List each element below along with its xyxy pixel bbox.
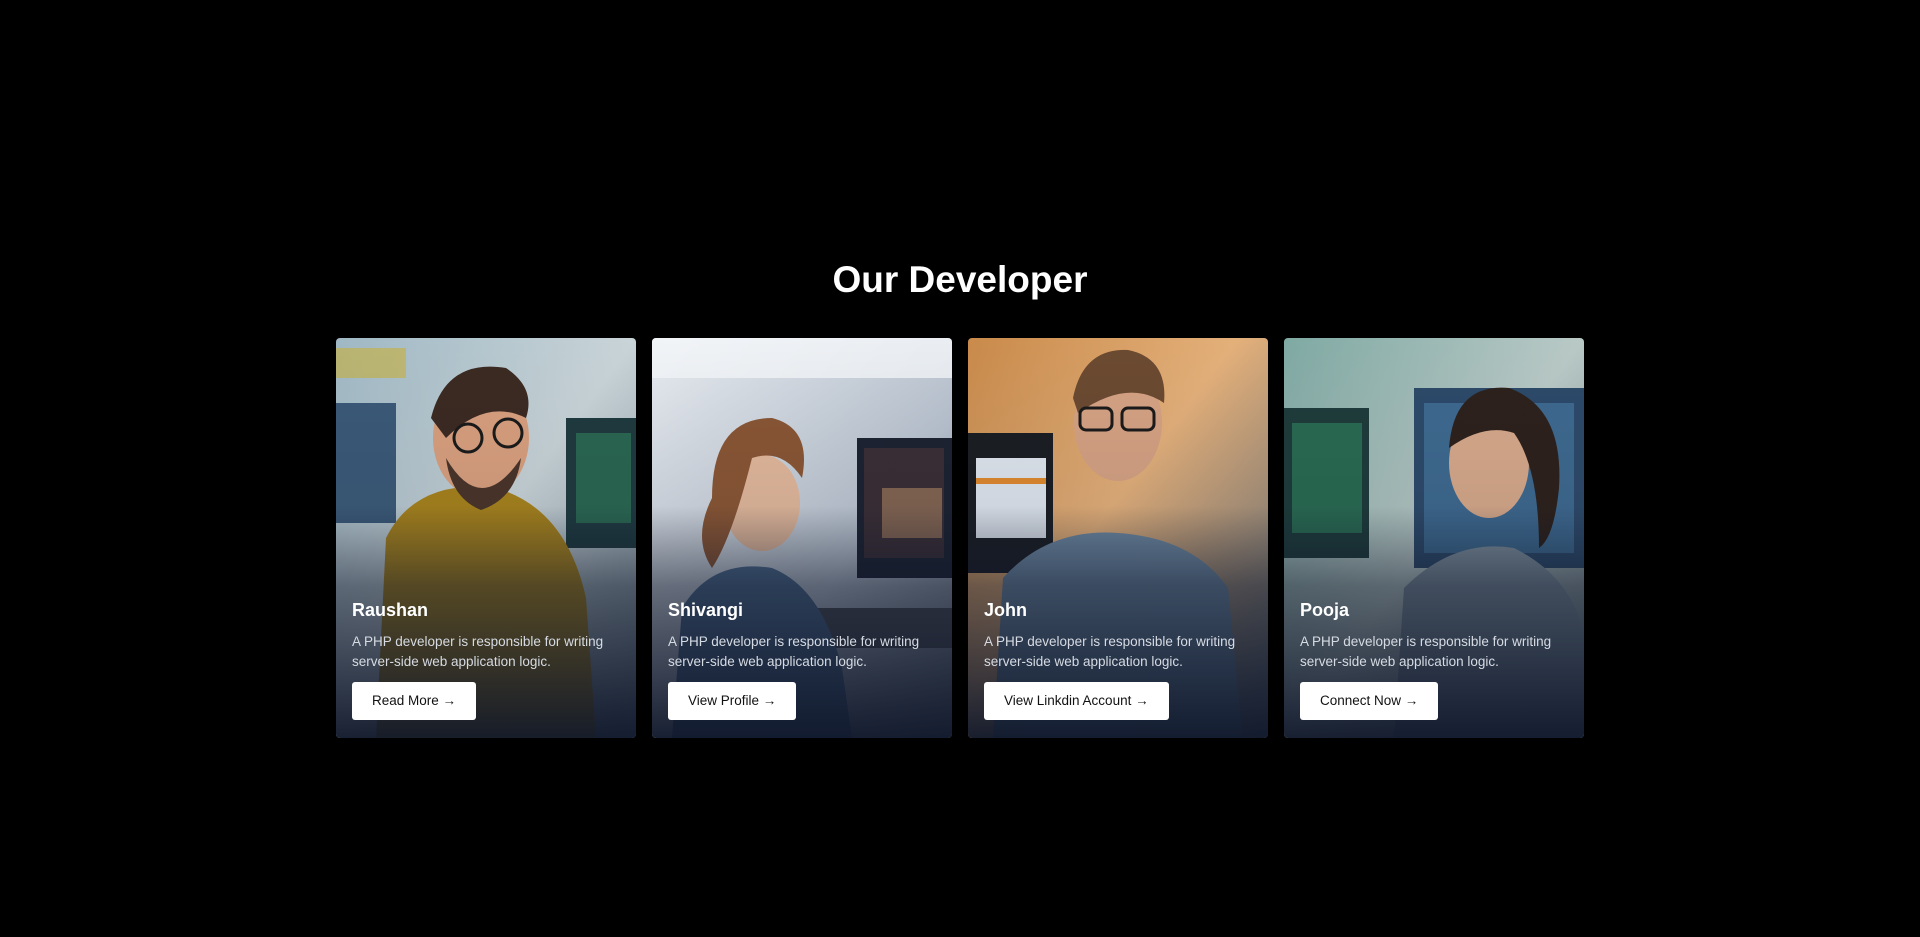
section-title: Our Developer — [832, 259, 1088, 300]
developer-section: Our Developer Raushan A PHP developer is… — [0, 0, 1920, 937]
developer-description: A PHP developer is responsible for writi… — [1300, 634, 1552, 669]
developer-card-shivangi: Shivangi A PHP developer is responsible … — [652, 338, 952, 738]
card-info: Pooja A PHP developer is responsible for… — [1300, 598, 1568, 720]
developer-cards: Raushan A PHP developer is responsible f… — [336, 338, 1584, 738]
connect-now-button[interactable]: Connect Now → — [1300, 682, 1439, 720]
card-info: Shivangi A PHP developer is responsible … — [668, 598, 936, 720]
developer-name: Shivangi — [668, 600, 744, 620]
developer-description: A PHP developer is responsible for writi… — [668, 634, 920, 669]
read-more-button[interactable]: Read More → — [352, 682, 477, 720]
developer-description: A PHP developer is responsible for writi… — [352, 634, 604, 669]
card-info: Raushan A PHP developer is responsible f… — [352, 598, 620, 720]
developer-card-raushan: Raushan A PHP developer is responsible f… — [336, 338, 636, 738]
developer-card-pooja: Pooja A PHP developer is responsible for… — [1284, 338, 1584, 738]
developer-description: A PHP developer is responsible for writi… — [984, 634, 1236, 669]
developer-name: Raushan — [352, 600, 429, 620]
developer-name: John — [984, 600, 1027, 620]
developer-card-john: John A PHP developer is responsible for … — [968, 338, 1268, 738]
view-linkedin-button[interactable]: View Linkdin Account → — [984, 682, 1169, 720]
card-info: John A PHP developer is responsible for … — [984, 598, 1252, 720]
developer-name: Pooja — [1300, 600, 1350, 620]
view-profile-button[interactable]: View Profile → — [668, 682, 797, 720]
